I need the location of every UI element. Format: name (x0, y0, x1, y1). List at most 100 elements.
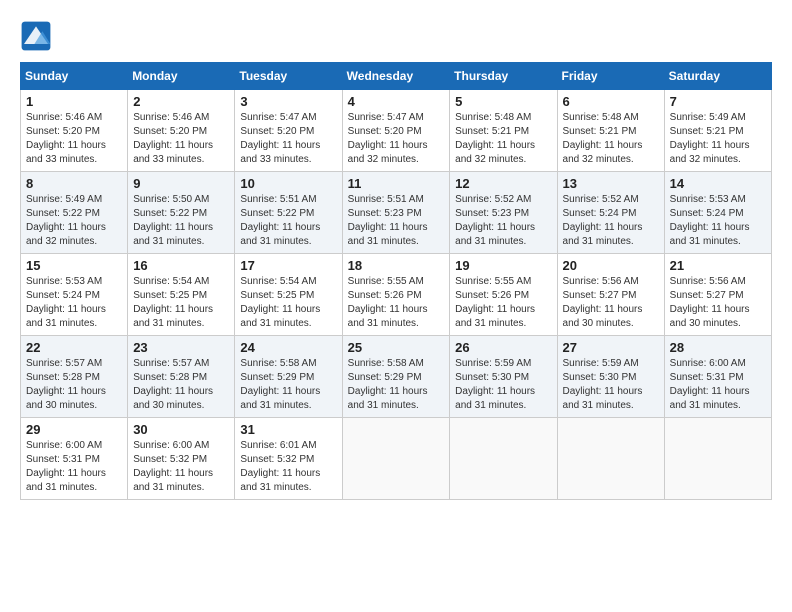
calendar-cell: 14 Sunrise: 5:53 AM Sunset: 5:24 PM Dayl… (664, 172, 771, 254)
day-number: 2 (133, 94, 229, 109)
calendar-cell: 24 Sunrise: 5:58 AM Sunset: 5:29 PM Dayl… (235, 336, 342, 418)
day-info: Sunrise: 5:57 AM Sunset: 5:28 PM Dayligh… (26, 357, 122, 413)
day-info: Sunrise: 6:00 AM Sunset: 5:31 PM Dayligh… (26, 439, 122, 495)
calendar-cell: 12 Sunrise: 5:52 AM Sunset: 5:23 PM Dayl… (450, 172, 557, 254)
day-info: Sunrise: 5:54 AM Sunset: 5:25 PM Dayligh… (240, 275, 336, 331)
day-number: 19 (455, 258, 551, 273)
calendar-cell: 22 Sunrise: 5:57 AM Sunset: 5:28 PM Dayl… (21, 336, 128, 418)
calendar-cell: 21 Sunrise: 5:56 AM Sunset: 5:27 PM Dayl… (664, 254, 771, 336)
day-number: 8 (26, 176, 122, 191)
day-number: 1 (26, 94, 122, 109)
calendar-cell: 8 Sunrise: 5:49 AM Sunset: 5:22 PM Dayli… (21, 172, 128, 254)
day-number: 10 (240, 176, 336, 191)
day-number: 23 (133, 340, 229, 355)
calendar-cell: 20 Sunrise: 5:56 AM Sunset: 5:27 PM Dayl… (557, 254, 664, 336)
calendar-cell: 25 Sunrise: 5:58 AM Sunset: 5:29 PM Dayl… (342, 336, 450, 418)
day-header-sunday: Sunday (21, 63, 128, 90)
calendar-cell: 18 Sunrise: 5:55 AM Sunset: 5:26 PM Dayl… (342, 254, 450, 336)
day-number: 6 (563, 94, 659, 109)
calendar-cell: 16 Sunrise: 5:54 AM Sunset: 5:25 PM Dayl… (128, 254, 235, 336)
day-info: Sunrise: 6:01 AM Sunset: 5:32 PM Dayligh… (240, 439, 336, 495)
day-number: 13 (563, 176, 659, 191)
day-number: 18 (348, 258, 445, 273)
day-number: 15 (26, 258, 122, 273)
day-info: Sunrise: 5:53 AM Sunset: 5:24 PM Dayligh… (670, 193, 766, 249)
calendar-cell: 11 Sunrise: 5:51 AM Sunset: 5:23 PM Dayl… (342, 172, 450, 254)
day-info: Sunrise: 5:58 AM Sunset: 5:29 PM Dayligh… (348, 357, 445, 413)
calendar-cell: 1 Sunrise: 5:46 AM Sunset: 5:20 PM Dayli… (21, 90, 128, 172)
calendar-cell: 10 Sunrise: 5:51 AM Sunset: 5:22 PM Dayl… (235, 172, 342, 254)
logo (20, 20, 56, 52)
calendar-cell: 28 Sunrise: 6:00 AM Sunset: 5:31 PM Dayl… (664, 336, 771, 418)
calendar: SundayMondayTuesdayWednesdayThursdayFrid… (20, 62, 772, 500)
calendar-cell: 2 Sunrise: 5:46 AM Sunset: 5:20 PM Dayli… (128, 90, 235, 172)
day-number: 27 (563, 340, 659, 355)
day-number: 28 (670, 340, 766, 355)
calendar-cell: 7 Sunrise: 5:49 AM Sunset: 5:21 PM Dayli… (664, 90, 771, 172)
calendar-body: 1 Sunrise: 5:46 AM Sunset: 5:20 PM Dayli… (21, 90, 772, 500)
day-info: Sunrise: 5:56 AM Sunset: 5:27 PM Dayligh… (563, 275, 659, 331)
week-row-4: 22 Sunrise: 5:57 AM Sunset: 5:28 PM Dayl… (21, 336, 772, 418)
day-info: Sunrise: 5:46 AM Sunset: 5:20 PM Dayligh… (26, 111, 122, 167)
day-number: 29 (26, 422, 122, 437)
calendar-cell: 30 Sunrise: 6:00 AM Sunset: 5:32 PM Dayl… (128, 418, 235, 500)
day-header-friday: Friday (557, 63, 664, 90)
day-info: Sunrise: 5:47 AM Sunset: 5:20 PM Dayligh… (348, 111, 445, 167)
day-number: 22 (26, 340, 122, 355)
day-info: Sunrise: 5:56 AM Sunset: 5:27 PM Dayligh… (670, 275, 766, 331)
calendar-cell: 19 Sunrise: 5:55 AM Sunset: 5:26 PM Dayl… (450, 254, 557, 336)
day-number: 21 (670, 258, 766, 273)
day-info: Sunrise: 5:49 AM Sunset: 5:22 PM Dayligh… (26, 193, 122, 249)
day-info: Sunrise: 5:48 AM Sunset: 5:21 PM Dayligh… (563, 111, 659, 167)
day-header-thursday: Thursday (450, 63, 557, 90)
day-info: Sunrise: 5:59 AM Sunset: 5:30 PM Dayligh… (455, 357, 551, 413)
day-info: Sunrise: 5:52 AM Sunset: 5:24 PM Dayligh… (563, 193, 659, 249)
calendar-cell (450, 418, 557, 500)
day-info: Sunrise: 5:46 AM Sunset: 5:20 PM Dayligh… (133, 111, 229, 167)
week-row-5: 29 Sunrise: 6:00 AM Sunset: 5:31 PM Dayl… (21, 418, 772, 500)
day-info: Sunrise: 5:59 AM Sunset: 5:30 PM Dayligh… (563, 357, 659, 413)
calendar-cell: 3 Sunrise: 5:47 AM Sunset: 5:20 PM Dayli… (235, 90, 342, 172)
calendar-cell: 23 Sunrise: 5:57 AM Sunset: 5:28 PM Dayl… (128, 336, 235, 418)
calendar-cell: 4 Sunrise: 5:47 AM Sunset: 5:20 PM Dayli… (342, 90, 450, 172)
day-number: 30 (133, 422, 229, 437)
calendar-cell: 26 Sunrise: 5:59 AM Sunset: 5:30 PM Dayl… (450, 336, 557, 418)
calendar-cell: 31 Sunrise: 6:01 AM Sunset: 5:32 PM Dayl… (235, 418, 342, 500)
day-number: 12 (455, 176, 551, 191)
day-number: 31 (240, 422, 336, 437)
day-number: 20 (563, 258, 659, 273)
calendar-cell: 15 Sunrise: 5:53 AM Sunset: 5:24 PM Dayl… (21, 254, 128, 336)
calendar-cell (342, 418, 450, 500)
calendar-cell: 29 Sunrise: 6:00 AM Sunset: 5:31 PM Dayl… (21, 418, 128, 500)
day-number: 9 (133, 176, 229, 191)
day-info: Sunrise: 5:57 AM Sunset: 5:28 PM Dayligh… (133, 357, 229, 413)
day-info: Sunrise: 5:51 AM Sunset: 5:23 PM Dayligh… (348, 193, 445, 249)
header (20, 20, 772, 52)
day-number: 5 (455, 94, 551, 109)
day-number: 7 (670, 94, 766, 109)
day-info: Sunrise: 5:50 AM Sunset: 5:22 PM Dayligh… (133, 193, 229, 249)
day-info: Sunrise: 6:00 AM Sunset: 5:32 PM Dayligh… (133, 439, 229, 495)
day-info: Sunrise: 5:52 AM Sunset: 5:23 PM Dayligh… (455, 193, 551, 249)
week-row-1: 1 Sunrise: 5:46 AM Sunset: 5:20 PM Dayli… (21, 90, 772, 172)
day-info: Sunrise: 5:55 AM Sunset: 5:26 PM Dayligh… (455, 275, 551, 331)
calendar-cell: 6 Sunrise: 5:48 AM Sunset: 5:21 PM Dayli… (557, 90, 664, 172)
day-number: 17 (240, 258, 336, 273)
day-header-monday: Monday (128, 63, 235, 90)
day-header-wednesday: Wednesday (342, 63, 450, 90)
day-info: Sunrise: 6:00 AM Sunset: 5:31 PM Dayligh… (670, 357, 766, 413)
week-row-3: 15 Sunrise: 5:53 AM Sunset: 5:24 PM Dayl… (21, 254, 772, 336)
day-number: 14 (670, 176, 766, 191)
day-number: 3 (240, 94, 336, 109)
day-number: 26 (455, 340, 551, 355)
day-info: Sunrise: 5:47 AM Sunset: 5:20 PM Dayligh… (240, 111, 336, 167)
day-info: Sunrise: 5:58 AM Sunset: 5:29 PM Dayligh… (240, 357, 336, 413)
calendar-header: SundayMondayTuesdayWednesdayThursdayFrid… (21, 63, 772, 90)
calendar-cell: 27 Sunrise: 5:59 AM Sunset: 5:30 PM Dayl… (557, 336, 664, 418)
day-number: 11 (348, 176, 445, 191)
day-number: 25 (348, 340, 445, 355)
day-info: Sunrise: 5:49 AM Sunset: 5:21 PM Dayligh… (670, 111, 766, 167)
day-number: 24 (240, 340, 336, 355)
calendar-cell: 9 Sunrise: 5:50 AM Sunset: 5:22 PM Dayli… (128, 172, 235, 254)
logo-icon (20, 20, 52, 52)
